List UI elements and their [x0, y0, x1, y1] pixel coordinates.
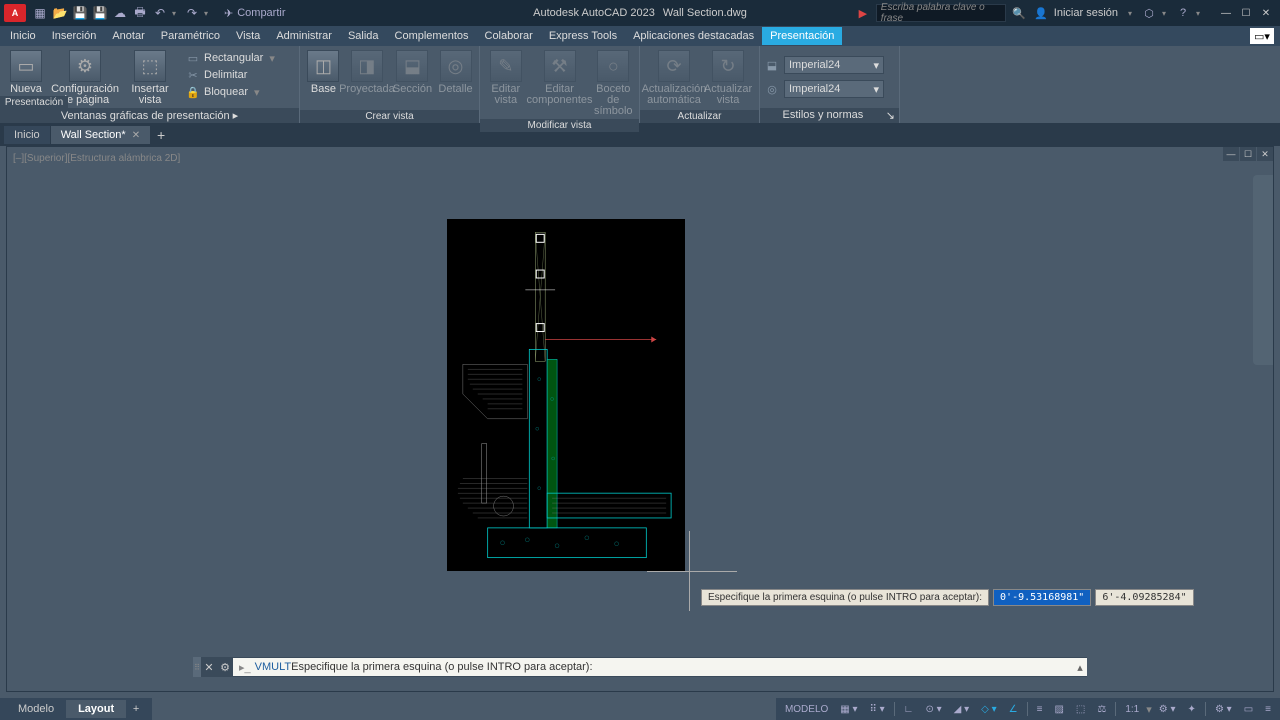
- tab-expresstools[interactable]: Express Tools: [541, 27, 625, 45]
- panel-label-modificar: Modificar vista: [480, 119, 639, 132]
- auto-update-button: ⟳Actualización automática: [644, 48, 704, 108]
- layouttab-add-button[interactable]: +: [126, 703, 146, 715]
- signin-button[interactable]: Iniciar sesión: [1054, 7, 1118, 19]
- tab-anotar[interactable]: Anotar: [104, 27, 152, 45]
- maximize-button[interactable]: ☐: [1236, 4, 1256, 22]
- transparency-icon[interactable]: ▨: [1049, 702, 1068, 717]
- tab-salida[interactable]: Salida: [340, 27, 387, 45]
- cmdline-close-icon[interactable]: ✕: [201, 661, 217, 674]
- modeltab[interactable]: Modelo: [6, 700, 66, 718]
- panel-label-actualizar: Actualizar: [640, 110, 759, 123]
- panel-label-crearvista: Crear vista: [300, 110, 479, 123]
- section-view-button: ⬓Sección: [391, 48, 434, 97]
- workspace-icon[interactable]: ⚙ ▾: [1210, 702, 1237, 717]
- gear-icon[interactable]: ⚙ ▾: [1154, 702, 1181, 717]
- search-icon[interactable]: 🔍: [1010, 4, 1028, 22]
- tab-inicio[interactable]: Inicio: [2, 27, 44, 45]
- tab-complementos[interactable]: Complementos: [387, 27, 477, 45]
- close-button[interactable]: ✕: [1256, 4, 1276, 22]
- autodesk-app-icon[interactable]: ⬡: [1140, 4, 1158, 22]
- qat-plot-icon[interactable]: 🖶: [132, 5, 148, 21]
- annovis-icon[interactable]: ✦: [1183, 702, 1201, 717]
- tab-parametrico[interactable]: Paramétrico: [153, 27, 228, 45]
- qat-undo-icon[interactable]: ↶: [152, 5, 168, 21]
- polar-icon[interactable]: ⊙ ▾: [920, 702, 946, 717]
- dynamic-input-y[interactable]: 6'-4.09285284": [1095, 589, 1193, 606]
- panel-label-estilos: Estilos y normas↘: [760, 108, 899, 123]
- cmdline-history-icon[interactable]: ▴: [1073, 658, 1087, 676]
- osnap-icon[interactable]: ◇ ▾: [976, 702, 1002, 717]
- ortho-icon[interactable]: ∟: [899, 702, 919, 717]
- tab-colaborar[interactable]: Colaborar: [477, 27, 541, 45]
- panel-label-pres-short: Presentación: [0, 96, 68, 109]
- file-title: Wall Section.dwg: [663, 7, 747, 19]
- canvas-maximize-button[interactable]: ☐: [1240, 147, 1256, 161]
- dynamic-input-x[interactable]: 0'-9.53168981": [993, 589, 1091, 606]
- clip-button[interactable]: ✂Delimitar: [182, 67, 279, 83]
- monitor-icon[interactable]: ▭: [1239, 702, 1258, 717]
- filetab-wallsection[interactable]: Wall Section*✕: [51, 126, 151, 144]
- qat-new-icon[interactable]: ▦: [32, 5, 48, 21]
- dynamic-prompt: Especifique la primera esquina (o pulse …: [701, 589, 989, 606]
- filetab-close-icon[interactable]: ✕: [132, 130, 140, 141]
- qat-webshare-icon[interactable]: ☁: [112, 5, 128, 21]
- insert-view-button[interactable]: ⬚Insertar vista: [122, 48, 178, 108]
- minimize-button[interactable]: —: [1216, 4, 1236, 22]
- app-title: Autodesk AutoCAD 2023: [533, 7, 655, 19]
- customize-icon[interactable]: ≡: [1260, 702, 1276, 717]
- grid-icon[interactable]: ▦ ▾: [835, 702, 862, 717]
- qat-open-icon[interactable]: 📂: [52, 5, 68, 21]
- isodraft-icon[interactable]: ◢ ▾: [949, 702, 975, 717]
- detail-style-icon: ◎: [764, 81, 780, 97]
- canvas-close-button[interactable]: ✕: [1257, 147, 1273, 161]
- cmdline-customize-icon[interactable]: ⚙: [217, 661, 233, 674]
- filetab-inicio[interactable]: Inicio: [4, 126, 51, 144]
- user-icon[interactable]: 👤: [1032, 4, 1050, 22]
- cmdline-grip[interactable]: ⠿: [193, 657, 201, 677]
- viewport-content: [447, 219, 685, 571]
- tab-vista[interactable]: Vista: [228, 27, 268, 45]
- detail-style-combo[interactable]: Imperial24▾: [784, 80, 884, 98]
- annoscale-icon[interactable]: ⚖: [1092, 702, 1111, 717]
- help-icon[interactable]: ?: [1174, 4, 1192, 22]
- space-toggle-button[interactable]: MODELO: [780, 702, 833, 717]
- tab-insercion[interactable]: Inserción: [44, 27, 105, 45]
- search-input[interactable]: Escriba palabra clave o frase: [876, 4, 1006, 22]
- canvas-minimize-button[interactable]: —: [1223, 147, 1239, 161]
- drawing-canvas[interactable]: Especifique la primera esquina (o pulse …: [7, 161, 1273, 691]
- tab-administrar[interactable]: Administrar: [268, 27, 340, 45]
- projected-view-button: ◨Proyectada: [345, 48, 389, 97]
- snap-icon[interactable]: ⠿ ▾: [865, 702, 890, 717]
- tab-aplicaciones[interactable]: Aplicaciones destacadas: [625, 27, 762, 45]
- crosshair-horizontal: [647, 571, 737, 572]
- navigation-bar[interactable]: [1253, 175, 1273, 365]
- crosshair-vertical: [689, 531, 690, 611]
- detail-view-button: ◎Detalle: [436, 48, 475, 97]
- cycling-icon[interactable]: ⬚: [1071, 702, 1090, 717]
- edit-components-button: ⚒Editar componentes: [530, 48, 590, 108]
- update-view-button: ↻Actualizar vista: [706, 48, 750, 108]
- section-style-combo[interactable]: Imperial24▾: [784, 56, 884, 74]
- command-input[interactable]: ▸_ VMULT Especifique la primera esquina …: [233, 658, 1073, 676]
- qat-saveas-icon[interactable]: 💾: [92, 5, 108, 21]
- viewport-label[interactable]: [–][Superior][Estructura alámbrica 2D]: [13, 153, 180, 164]
- filetab-add-button[interactable]: +: [151, 127, 171, 143]
- lock-button[interactable]: 🔒Bloquear▾: [182, 84, 279, 100]
- scale-label[interactable]: 1:1: [1120, 702, 1144, 717]
- lineweight-icon[interactable]: ≡: [1032, 702, 1048, 717]
- edit-view-button: ✎Editar vista: [484, 48, 528, 108]
- rec-icon[interactable]: ▶: [854, 4, 872, 22]
- section-style-icon: ⬓: [764, 57, 780, 73]
- symbol-sketch-button: ○Boceto de símbolo: [592, 48, 636, 119]
- rectangular-button[interactable]: ▭Rectangular▾: [182, 50, 279, 66]
- qat-redo-icon[interactable]: ↷: [184, 5, 200, 21]
- share-button[interactable]: ✈Compartir: [224, 7, 286, 20]
- ribbon-toggle-icon[interactable]: ▭▾: [1250, 28, 1274, 44]
- qat-save-icon[interactable]: 💾: [72, 5, 88, 21]
- app-logo[interactable]: A: [4, 4, 26, 22]
- otrack-icon[interactable]: ∠: [1004, 702, 1023, 717]
- base-view-button[interactable]: ◫Base: [304, 48, 343, 97]
- layouttab[interactable]: Layout: [66, 700, 126, 718]
- tab-presentacion[interactable]: Presentación: [762, 27, 842, 45]
